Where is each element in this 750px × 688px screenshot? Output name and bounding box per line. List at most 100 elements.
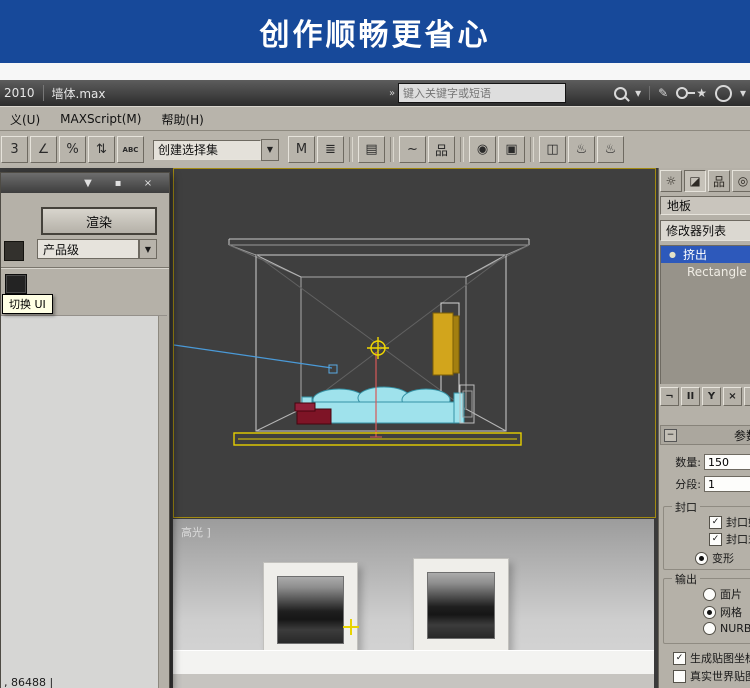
patch-radio[interactable]: 面片 [703,586,742,602]
key-icon[interactable] [676,87,688,99]
help-flyout-icon[interactable]: ▾ [740,86,746,100]
snap-toggle-icon[interactable]: 3 [1,136,28,163]
cap-end-checkbox[interactable]: 封口末端 [709,531,750,547]
amount-input[interactable]: 150 [704,454,750,470]
rollup-icon[interactable]: ▼ [79,176,97,191]
radio-icon[interactable] [703,588,716,601]
edit-named-selections-icon[interactable]: ABC [117,136,144,163]
screenshot-root: 创作顺畅更省心 2010 墙体.max » ▾ ✎ ★ ▾ 义(U) MAXSc… [0,0,750,688]
modifier-list-label: 修改器列表 [666,222,726,239]
selection-set-value[interactable]: 创建选择集 [153,140,261,160]
viewport-shading-label[interactable]: 高光 ] [181,524,211,540]
checkbox-icon[interactable] [709,533,722,546]
dialog-titlebar[interactable]: ▼ ▪ × [1,173,169,193]
material-editor-icon[interactable]: ◉ [469,136,496,163]
menu-bar: 义(U) MAXScript(M) 帮助(H) [0,106,750,131]
banner-title: 创作顺畅更省心 [260,10,491,54]
remove-modifier-icon[interactable]: × [723,387,742,406]
dialog-separator [1,267,169,269]
dock-icon[interactable]: ▪ [109,176,127,191]
stack-item-label: Rectangle [687,265,747,279]
morph-radio[interactable]: 变形 [695,550,734,566]
modifier-stack-buttons: ¬ II Y × ≡ [660,387,750,406]
checkbox-icon[interactable] [673,652,686,665]
cap-start-checkbox[interactable]: 封口始端 [709,514,750,530]
checkbox-icon[interactable] [673,670,686,683]
create-tab-icon[interactable]: ☼ [660,170,682,192]
angle-snap-icon[interactable]: ∠ [30,136,57,163]
preset-icon[interactable] [4,241,24,261]
modify-tab-icon[interactable]: ◪ [684,170,706,192]
show-end-result-icon[interactable]: II [681,387,700,406]
status-fragment: , 86488 | [4,676,53,688]
infocenter-icons: ▾ ✎ ★ ▾ [614,83,746,103]
nurbs-radio[interactable]: NURBS [703,622,750,635]
segments-value: 1 [708,478,715,491]
toolbar-separator [460,137,464,162]
stack-item-rectangle[interactable]: Rectangle [661,263,750,280]
spinner-snap-icon[interactable]: ⇅ [88,136,115,163]
render-preset-dropdown[interactable]: 产品级 ▼ [37,239,157,259]
rendered-frame-window-icon[interactable]: ◫ [539,136,566,163]
render-setup-icon[interactable]: ▣ [498,136,525,163]
render-iterative-icon[interactable]: ♨ [597,136,624,163]
dialog-scrollbar[interactable] [158,316,167,688]
shaded-viewport[interactable]: 高光 ] [173,519,654,688]
radio-icon[interactable] [695,552,708,565]
object-name-field[interactable]: 地板 [660,196,750,215]
stack-item-extrude[interactable]: ● 挤出 [661,246,750,263]
generate-uv-checkbox[interactable]: 生成贴图坐标 [673,650,750,666]
search-flyout-icon[interactable]: ▾ [635,86,641,100]
amount-label: 数量: [659,454,701,470]
marketing-banner: 创作顺畅更省心 [0,0,750,63]
search-input[interactable] [398,83,566,103]
make-unique-icon[interactable]: Y [702,387,721,406]
cap-end-label: 封口末端 [726,531,750,547]
modifier-list-dropdown[interactable]: 修改器列表 [660,220,750,241]
search-icon[interactable] [614,87,627,100]
menu-help[interactable]: 帮助(H) [151,111,213,128]
render-button[interactable]: 渲染 [41,207,157,235]
icon-separator [649,86,650,100]
menu-customize[interactable]: 义(U) [0,111,50,128]
align-icon[interactable]: ≣ [317,136,344,163]
segments-input[interactable]: 1 [704,476,750,492]
favorites-star-icon[interactable]: ★ [696,86,707,100]
pin-stack-icon[interactable]: ¬ [660,387,679,406]
schematic-view-icon[interactable]: 品 [428,136,455,163]
document-filename: 墙体.max [52,85,106,102]
chevron-right-icon[interactable]: » [386,83,398,103]
parameters-rollout-header[interactable]: − 参数 [660,425,750,445]
patch-label: 面片 [720,586,742,602]
tooltip-text: 切换 UI [9,298,46,311]
mesh-radio[interactable]: 网格 [703,604,742,620]
radio-icon[interactable] [703,622,716,635]
collapse-rollout-icon[interactable]: − [664,429,677,442]
configure-modifier-sets-icon[interactable]: ≡ [744,387,750,406]
render-production-icon[interactable]: ♨ [568,136,595,163]
mirror-icon[interactable]: M [288,136,315,163]
picture-frame [413,558,509,654]
real-world-checkbox[interactable]: 真实世界贴图大小 [673,668,750,684]
help-icon[interactable] [715,85,732,102]
toggle-ui-icon[interactable] [5,274,27,294]
checkbox-icon[interactable] [709,516,722,529]
preset-dropdown-icon[interactable]: ▼ [139,239,157,259]
selection-set-dropdown-icon[interactable]: ▼ [261,139,279,161]
perspective-viewport[interactable] [173,168,656,518]
modifier-bulb-icon[interactable]: ● [669,250,679,259]
amount-value: 150 [708,456,729,469]
motion-tab-icon[interactable]: ◎ [732,170,750,192]
command-panel-tabs: ☼ ◪ 品 ◎ ▦ [660,170,750,192]
hierarchy-tab-icon[interactable]: 品 [708,170,730,192]
percent-snap-icon[interactable]: % [59,136,86,163]
menu-maxscript[interactable]: MAXScript(M) [50,112,151,126]
layer-manager-icon[interactable]: ▤ [358,136,385,163]
radio-icon[interactable] [703,606,716,619]
dialog-body: , 86488 | [1,315,167,688]
curve-editor-icon[interactable]: ~ [399,136,426,163]
window-titlebar: 2010 墙体.max » ▾ ✎ ★ ▾ [0,80,750,106]
pen-icon[interactable]: ✎ [658,86,668,100]
close-icon[interactable]: × [139,176,157,191]
object-name-value: 地板 [667,197,691,214]
